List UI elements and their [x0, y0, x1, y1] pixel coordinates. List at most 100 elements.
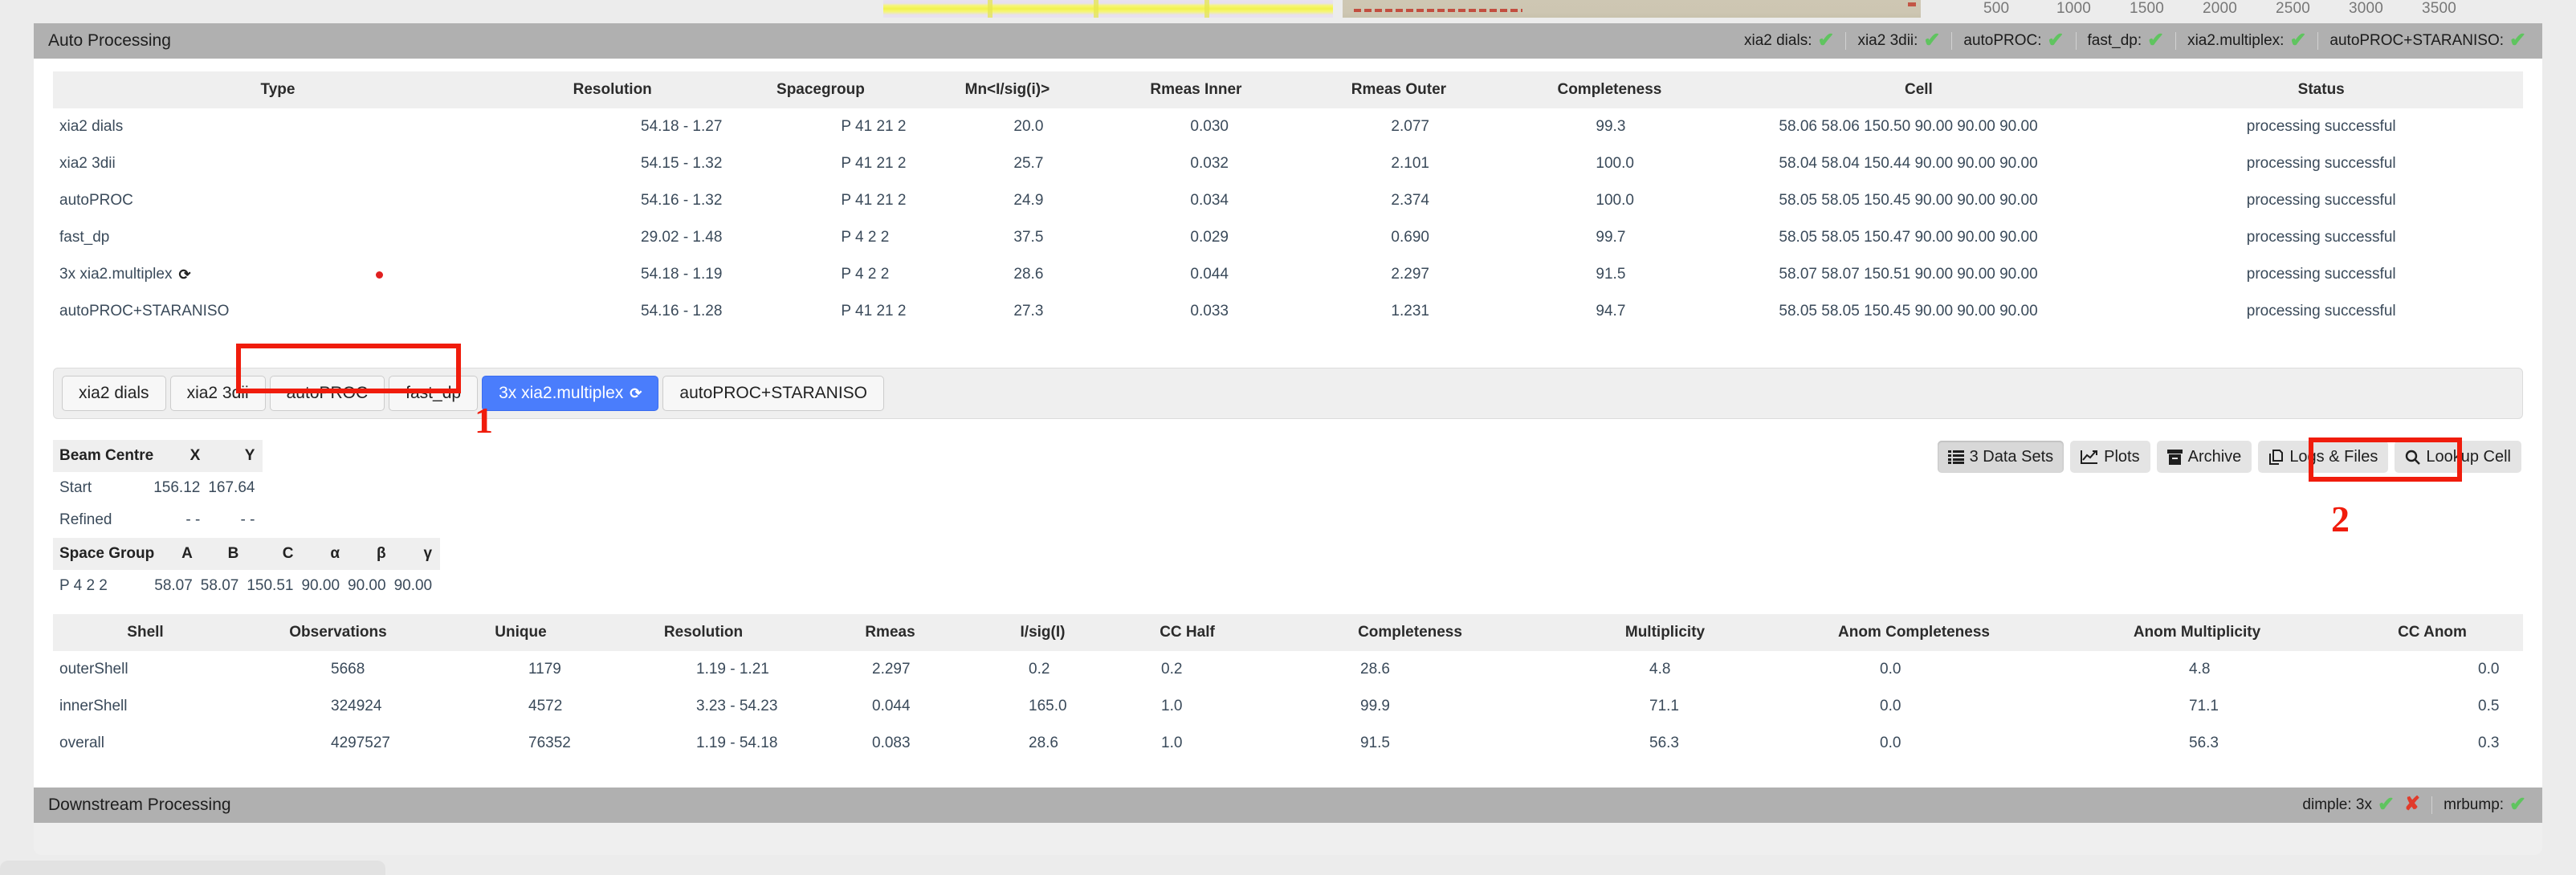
- lookup-cell-button[interactable]: Lookup Cell: [2395, 441, 2521, 473]
- col-rmeas: Rmeas: [804, 614, 976, 651]
- status-xia2-dials: xia2 dials: ✔: [1743, 28, 1835, 51]
- table-header-row: Shell Observations Unique Resolution Rme…: [53, 614, 2523, 651]
- cell-label: Refined: [59, 511, 112, 528]
- axis-tick: 3500: [2422, 0, 2457, 17]
- col-resolution: Resolution: [503, 71, 723, 108]
- check-icon: ✔: [2378, 792, 2395, 816]
- status-xia2-3dii: xia2 3dii: ✔: [1857, 28, 1941, 51]
- divider: [2431, 796, 2433, 814]
- table-row[interactable]: xia2 dials 54.18 - 1.27 P 41 21 2 20.0 0.030…: [53, 108, 2523, 145]
- cell-rmeas-outer: 2.297: [1391, 266, 1429, 283]
- divider: [2317, 32, 2319, 50]
- col-unique: Unique: [438, 614, 603, 651]
- cell-c: 150.51: [247, 577, 294, 594]
- table-row[interactable]: autoPROC 54.16 - 1.32 P 41 21 2 24.9 0.034 2.…: [53, 182, 2523, 219]
- table-row[interactable]: autoPROC+STARANISO 54.16 - 1.28 P 41 21 2 2…: [53, 293, 2523, 330]
- cell-isig: 28.6: [1029, 735, 1058, 751]
- cell-completeness: 91.5: [1596, 266, 1626, 283]
- status-fast-dp: fast_dp: ✔: [2087, 28, 2165, 51]
- chart-line-icon: [2081, 450, 2098, 464]
- cell-rmeas: 0.083: [872, 735, 911, 751]
- table-row: Start 156.12 167.64: [53, 472, 263, 504]
- col-rmeas-inner: Rmeas Inner: [1095, 71, 1297, 108]
- space-group-table: Space Group A B C α β γ P 4 2 2 58.07 58…: [53, 538, 441, 602]
- cell-type: xia2 3dii: [59, 155, 116, 172]
- archive-button[interactable]: Archive: [2156, 441, 2252, 473]
- tab-xia2-dials[interactable]: xia2 dials: [62, 376, 166, 411]
- tab-autoproc[interactable]: autoPROC: [269, 376, 385, 411]
- cell-status: processing successful: [2246, 118, 2396, 135]
- cell-space-group: P 4 2 2: [59, 577, 108, 594]
- data-sets-button-label: 3 Data Sets: [1969, 447, 2054, 466]
- axis-tick: 3000: [2349, 0, 2384, 17]
- cell-completeness: 91.5: [1360, 735, 1390, 751]
- cell-observations: 5668: [331, 661, 365, 678]
- cell-resolution: 54.18 - 1.19: [641, 266, 723, 283]
- cell-multiplicity: 4.8: [1649, 661, 1671, 678]
- col-completeness: Completeness: [1501, 71, 1718, 108]
- top-strip: 500 1000 1500 2000 2500 3000 3500: [0, 0, 2576, 21]
- tab-label: autoPROC: [286, 384, 369, 402]
- auto-processing-table: Type Resolution Spacegroup Mn<I/sig(i)> …: [53, 71, 2523, 330]
- report-thumbnail[interactable]: [1343, 0, 1921, 18]
- table-row: overall 4297527 76352 1.19 - 54.18 0.083 28.6…: [53, 725, 2523, 762]
- cell-spacegroup: P 41 21 2: [841, 118, 907, 135]
- status-dot: [375, 271, 383, 279]
- cell-mn-isig: 24.9: [1013, 192, 1044, 209]
- status-autoproc: autoPROC: ✔: [1963, 28, 2064, 51]
- cell-rmeas-outer: 0.690: [1391, 229, 1429, 246]
- cell-rmeas-outer: 2.374: [1391, 192, 1429, 209]
- divider: [2075, 32, 2077, 50]
- table-row[interactable]: 3x xia2.multiplex ⟳ 54.18 - 1.19 P 4 2 2 28.…: [53, 256, 2523, 293]
- col-a: A: [154, 538, 201, 570]
- status-xia2-multiplex: xia2.multiplex: ✔: [2187, 28, 2307, 51]
- table-header-row: Beam Centre X Y: [53, 440, 263, 472]
- status-dimple: dimple: 3x ✔ ✘: [2302, 792, 2421, 816]
- cell-mn-isig: 28.6: [1013, 266, 1044, 283]
- divider: [1845, 32, 1847, 50]
- cell-anom-completeness: 0.0: [1880, 661, 1901, 678]
- cell-rmeas-outer: 2.077: [1391, 118, 1429, 135]
- cell-resolution: 54.16 - 1.28: [641, 303, 723, 319]
- cell-spacegroup: P 41 21 2: [841, 303, 907, 319]
- tab-label: xia2 dials: [79, 384, 149, 402]
- cell-status: processing successful: [2246, 155, 2396, 172]
- tab-3x-xia2-multiplex[interactable]: 3x xia2.multiplex ⟳: [482, 376, 659, 411]
- plots-button[interactable]: Plots: [2070, 441, 2150, 473]
- bottom-window-stub: [0, 861, 385, 875]
- col-space-group: Space Group: [53, 538, 155, 570]
- tab-label: fast_dp: [406, 384, 462, 402]
- plots-button-label: Plots: [2104, 447, 2140, 466]
- auto-processing-title: Auto Processing: [48, 31, 171, 50]
- table-row: P 4 2 2 58.07 58.07 150.51 90.00 90.00 9…: [53, 570, 440, 602]
- tab-fast-dp[interactable]: fast_dp: [389, 376, 479, 411]
- cell-cc-anom: 0.0: [2478, 661, 2500, 678]
- tab-xia2-3dii[interactable]: xia2 3dii: [169, 376, 266, 411]
- downstream-processing-title: Downstream Processing: [48, 796, 231, 814]
- data-sets-button[interactable]: 3 Data Sets: [1937, 441, 2064, 473]
- col-isig: I/sig(I): [976, 614, 1109, 651]
- col-anom-completeness: Anom Completeness: [1775, 614, 2052, 651]
- col-cc-anom: CC Anom: [2342, 614, 2523, 651]
- logs-files-button[interactable]: Logs & Files: [2258, 441, 2389, 473]
- cell-shell: outerShell: [59, 661, 128, 678]
- cross-icon: ✘: [2403, 793, 2421, 815]
- diffraction-thumbnail[interactable]: [883, 0, 1333, 18]
- col-gamma: γ: [393, 538, 441, 570]
- tab-autoproc-staraniso[interactable]: autoPROC+STARANISO: [662, 376, 884, 411]
- cell-type: xia2 dials: [59, 118, 124, 135]
- col-b: B: [200, 538, 247, 570]
- table-row[interactable]: xia2 3dii 54.15 - 1.32 P 41 21 2 25.7 0.032 2…: [53, 145, 2523, 182]
- table-row[interactable]: fast_dp 29.02 - 1.48 P 4 2 2 37.5 0.029 0.690…: [53, 219, 2523, 256]
- cell-type: 3x xia2.multiplex ⟳: [53, 256, 503, 293]
- divider: [2175, 32, 2177, 50]
- check-icon: ✔: [2289, 28, 2307, 51]
- cell-shell: innerShell: [59, 698, 128, 714]
- cell-unit-cell: 58.05 58.05 150.45 90.00 90.00 90.00: [1779, 192, 2038, 209]
- cell-cc-half: 1.0: [1161, 735, 1183, 751]
- cell-type: autoPROC+STARANISO: [59, 303, 230, 319]
- cell-anom-completeness: 0.0: [1880, 698, 1901, 714]
- cell-cc-anom: 0.5: [2478, 698, 2500, 714]
- list-icon: [1947, 450, 1964, 464]
- cell-unit-cell: 58.04 58.04 150.44 90.00 90.00 90.00: [1779, 155, 2038, 172]
